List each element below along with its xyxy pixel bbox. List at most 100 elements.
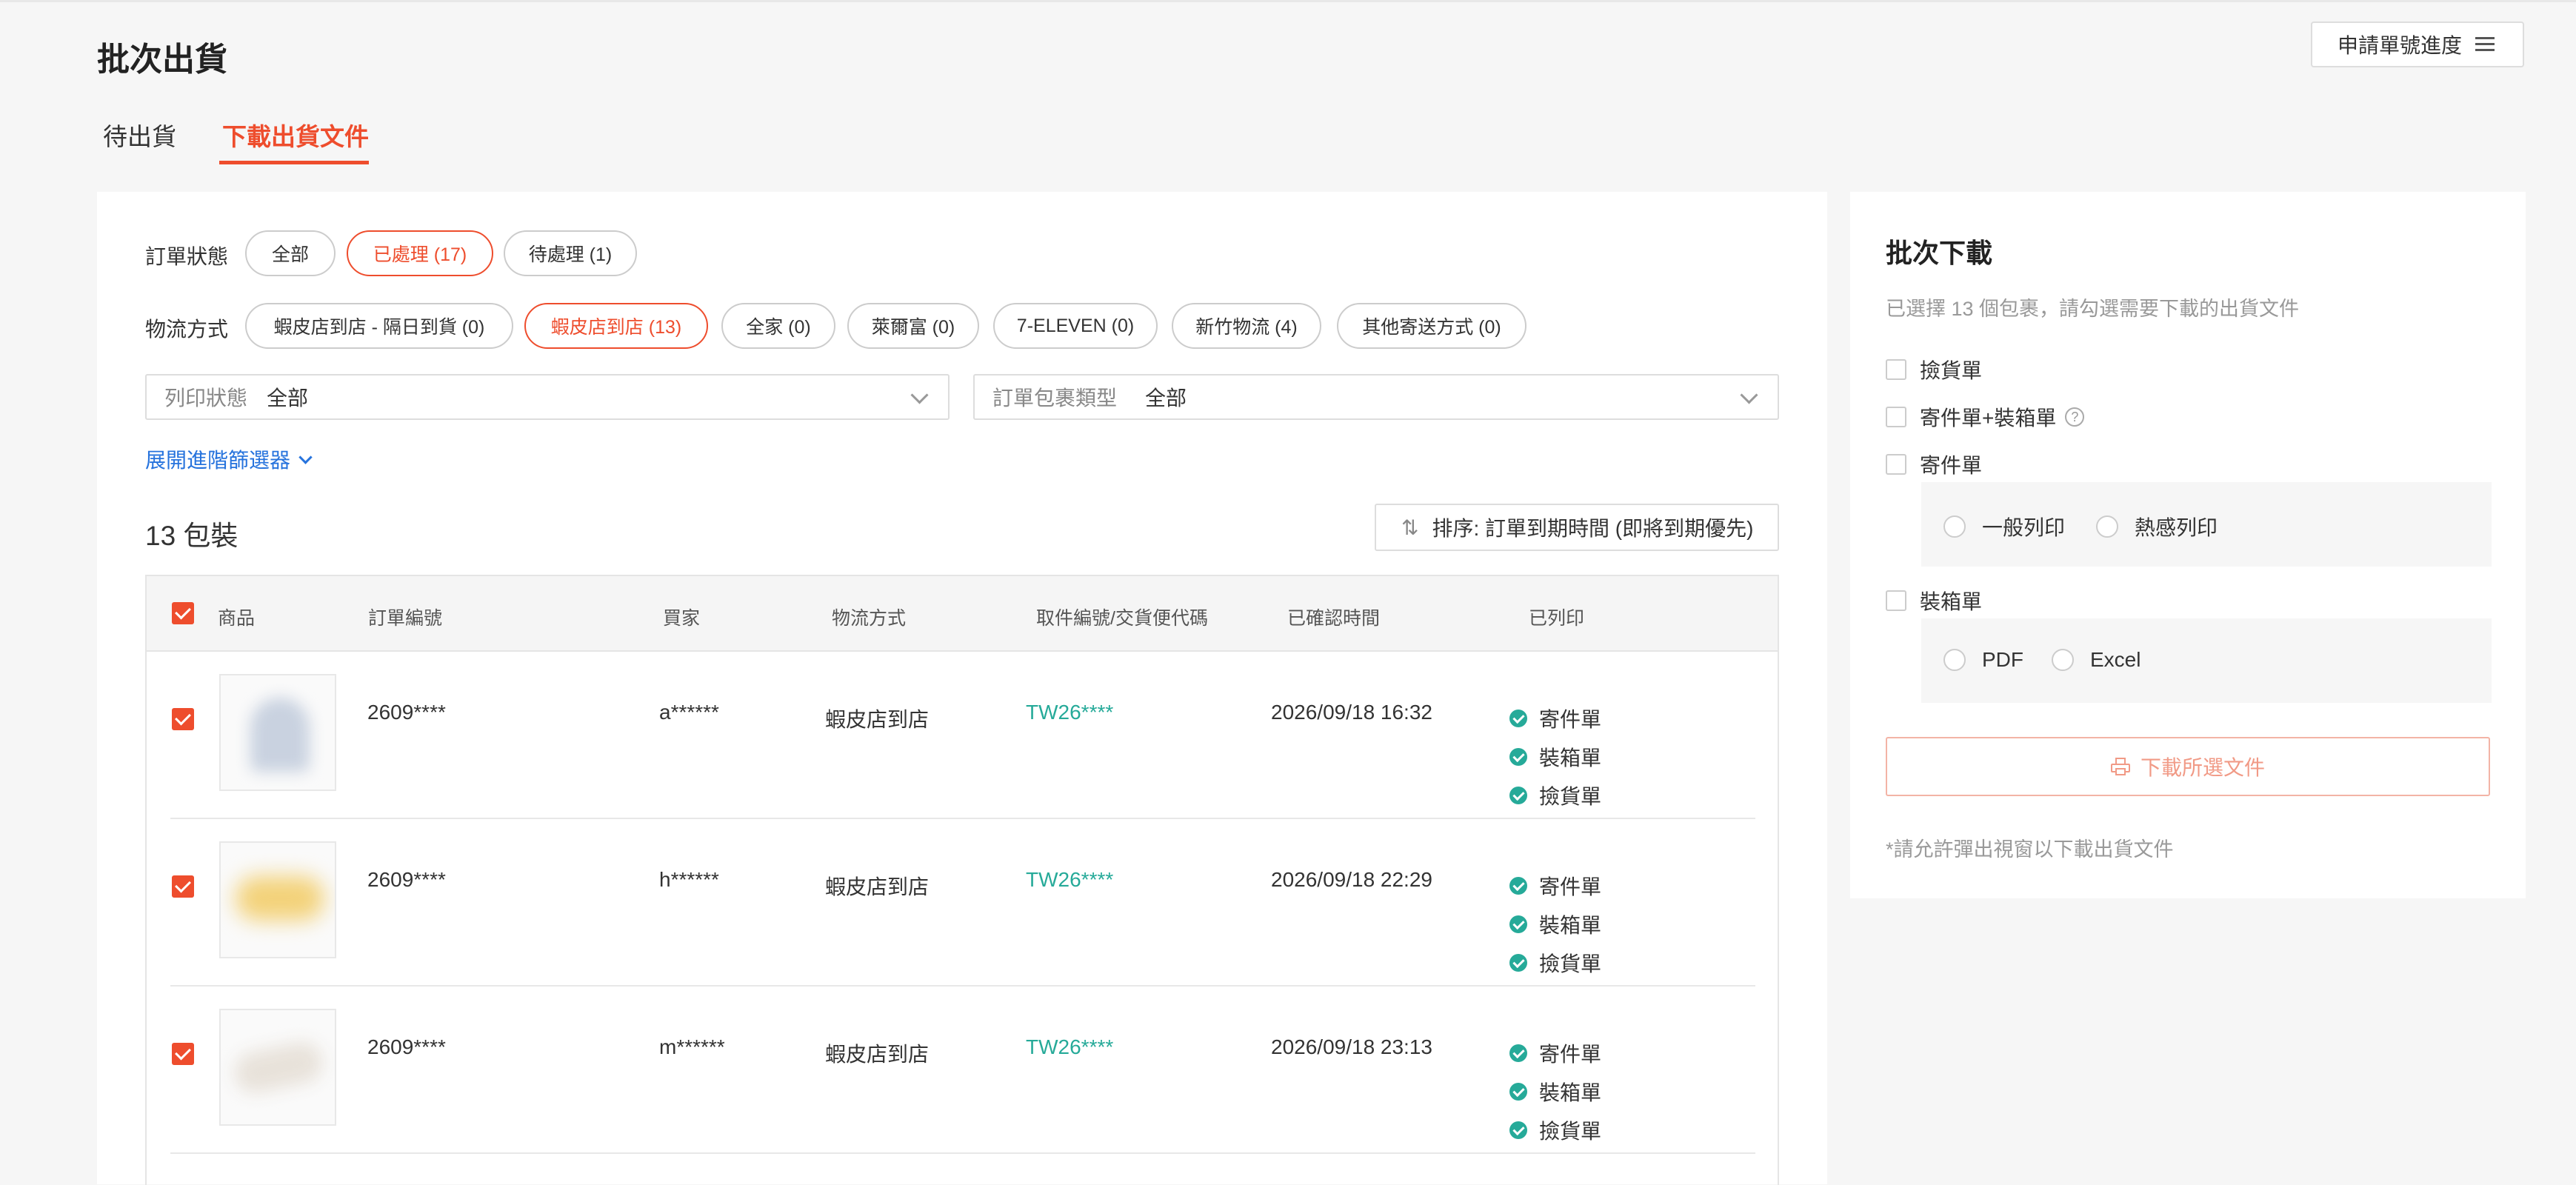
tab-pending-shipment[interactable]: 待出貨: [103, 117, 176, 153]
filter-shipping-hct[interactable]: 新竹物流 (4): [1172, 303, 1321, 349]
radio-button[interactable]: [1943, 649, 1966, 671]
buyer-name: m******: [659, 1035, 725, 1058]
download-button-label: 下載所選文件: [2140, 756, 2265, 779]
radio-thermal-print[interactable]: 熱感列印: [2096, 512, 2218, 541]
filter-shipping-hilife[interactable]: 萊爾富 (0): [847, 303, 979, 349]
pick-list-label: 撿貨單: [1920, 359, 1983, 382]
radio-excel[interactable]: Excel: [2052, 648, 2140, 672]
column-product: 商品: [218, 608, 256, 629]
order-status-label: 訂單狀態: [145, 245, 229, 268]
confirmed-time: 2026/09/18 22:29: [1271, 868, 1432, 891]
order-id[interactable]: 2609****: [367, 868, 446, 892]
batch-download-hint: 已選擇 13 個包裹，請勾選需要下載的出貨文件: [1886, 298, 2300, 320]
sort-icon: ⇅: [1401, 515, 1419, 539]
package-type-select[interactable]: 訂單包裹類型 全部: [973, 374, 1779, 420]
check-circle-icon: [1509, 1121, 1527, 1139]
print-status-select[interactable]: 列印狀態 全部: [145, 374, 950, 420]
application-progress-button[interactable]: 申請單號進度: [2311, 21, 2524, 67]
printed-pick-list: 撿貨單: [1509, 781, 1601, 810]
option-pick-list[interactable]: 撿貨單: [1886, 355, 1982, 384]
page-title: 批次出貨: [97, 41, 227, 78]
check-circle-icon: [1509, 1083, 1527, 1101]
shipping-method: 蝦皮店到店: [825, 875, 930, 898]
filter-shipping-store-to-store[interactable]: 蝦皮店到店 (13): [524, 303, 708, 349]
packing-list-checkbox[interactable]: [1886, 590, 1906, 611]
waybill-packing-checkbox[interactable]: [1886, 407, 1906, 427]
confirmed-time: 2026/09/18 23:13: [1271, 1035, 1432, 1058]
column-printed: 已列印: [1529, 608, 1585, 629]
printed-pick-list: 撿貨單: [1509, 948, 1601, 978]
check-circle-icon: [1509, 787, 1527, 804]
sort-label: 排序: 訂單到期時間 (即將到期優先): [1432, 517, 1754, 540]
row-divider: [170, 1152, 1755, 1154]
advanced-filter-label: 展開進階篩選器: [145, 449, 291, 472]
sort-button[interactable]: ⇅ 排序: 訂單到期時間 (即將到期優先): [1375, 504, 1779, 551]
waybill-checkbox[interactable]: [1886, 454, 1906, 475]
popup-note: *請允許彈出視窗以下載出貨文件: [1886, 838, 2174, 861]
check-circle-icon: [1509, 748, 1527, 766]
top-border: [0, 0, 2576, 2]
normal-print-label: 一般列印: [1982, 516, 2066, 539]
check-circle-icon: [1509, 1044, 1527, 1062]
filter-order-status-all[interactable]: 全部: [245, 230, 336, 276]
buyer-name: a******: [659, 701, 719, 724]
shipping-method: 蝦皮店到店: [825, 1043, 930, 1066]
filter-order-status-processed[interactable]: 已處理 (17): [347, 230, 493, 276]
option-waybill-packing[interactable]: 寄件單+裝箱單 ?: [1886, 402, 2085, 432]
download-selected-button[interactable]: 下載所選文件: [1886, 737, 2490, 796]
order-id[interactable]: 2609****: [367, 701, 446, 724]
waybill-label: 寄件單: [1920, 454, 1983, 477]
column-tracking: 取件編號/交貨便代碼: [1036, 608, 1208, 629]
check-circle-icon: [1509, 954, 1527, 972]
waybill-print-mode-group: 一般列印 熱感列印: [1921, 482, 2492, 567]
filter-shipping-family-mart[interactable]: 全家 (0): [721, 303, 835, 349]
table-row[interactable]: 2609**** h****** 蝦皮店到店 TW26**** 2026/09/…: [147, 819, 1781, 987]
order-id[interactable]: 2609****: [367, 1035, 446, 1059]
printed-packing-list: 裝箱單: [1509, 742, 1601, 772]
excel-label: Excel: [2090, 648, 2141, 671]
row-checkbox[interactable]: [172, 708, 194, 730]
shipping-method: 蝦皮店到店: [825, 708, 930, 731]
buyer-name: h******: [659, 868, 719, 891]
check-circle-icon: [1509, 877, 1527, 895]
table-row[interactable]: 2609**** m****** 蝦皮店到店 TW26**** 2026/09/…: [147, 987, 1781, 1154]
row-checkbox[interactable]: [172, 1043, 194, 1065]
pdf-label: PDF: [1982, 648, 2023, 671]
chevron-down-icon: [298, 450, 313, 464]
table-header: 商品 訂單編號 買家 物流方式 取件編號/交貨便代碼 已確認時間 已列印: [145, 575, 1779, 652]
advanced-filter-toggle[interactable]: 展開進階篩選器: [145, 444, 313, 474]
filter-order-status-pending[interactable]: 待處理 (1): [504, 230, 637, 276]
filter-shipping-other[interactable]: 其他寄送方式 (0): [1337, 303, 1526, 349]
product-thumbnail: [219, 1009, 336, 1126]
row-checkbox[interactable]: [172, 875, 194, 898]
product-thumbnail: [219, 841, 336, 958]
print-status-value: 全部: [267, 387, 309, 410]
radio-button[interactable]: [2096, 515, 2118, 538]
tracking-code: TW26****: [1026, 701, 1114, 724]
radio-button[interactable]: [1943, 515, 1966, 538]
radio-pdf[interactable]: PDF: [1943, 648, 2023, 672]
tab-download-documents[interactable]: 下載出貨文件: [222, 117, 369, 153]
filter-shipping-next-day[interactable]: 蝦皮店到店 - 隔日到貨 (0): [245, 303, 513, 349]
check-circle-icon: [1509, 915, 1527, 933]
product-thumbnail: [219, 674, 336, 791]
active-tab-indicator: [219, 161, 369, 164]
column-buyer: 買家: [663, 608, 701, 629]
radio-button[interactable]: [2052, 649, 2074, 671]
select-all-checkbox[interactable]: [172, 602, 194, 624]
chevron-down-icon: [910, 386, 929, 404]
printer-icon: [2110, 758, 2130, 775]
filter-shipping-7-eleven[interactable]: 7-ELEVEN (0): [993, 303, 1158, 349]
printed-waybill: 寄件單: [1509, 704, 1601, 733]
table-row[interactable]: 2609**** a****** 蝦皮店到店 TW26**** 2026/09/…: [147, 652, 1781, 819]
option-waybill[interactable]: 寄件單: [1886, 450, 1982, 479]
help-icon[interactable]: ?: [2065, 407, 2085, 427]
printed-waybill: 寄件單: [1509, 1038, 1601, 1068]
batch-download-panel: 批次下載 已選擇 13 個包裹，請勾選需要下載的出貨文件 撿貨單 寄件單+裝箱單…: [1850, 192, 2526, 898]
shipping-method-label: 物流方式: [145, 318, 229, 341]
radio-normal-print[interactable]: 一般列印: [1943, 512, 2065, 541]
pick-list-checkbox[interactable]: [1886, 359, 1906, 380]
progress-button-label: 申請單號進度: [2338, 34, 2463, 57]
check-circle-icon: [1509, 710, 1527, 727]
option-packing-list[interactable]: 裝箱單: [1886, 586, 1982, 615]
